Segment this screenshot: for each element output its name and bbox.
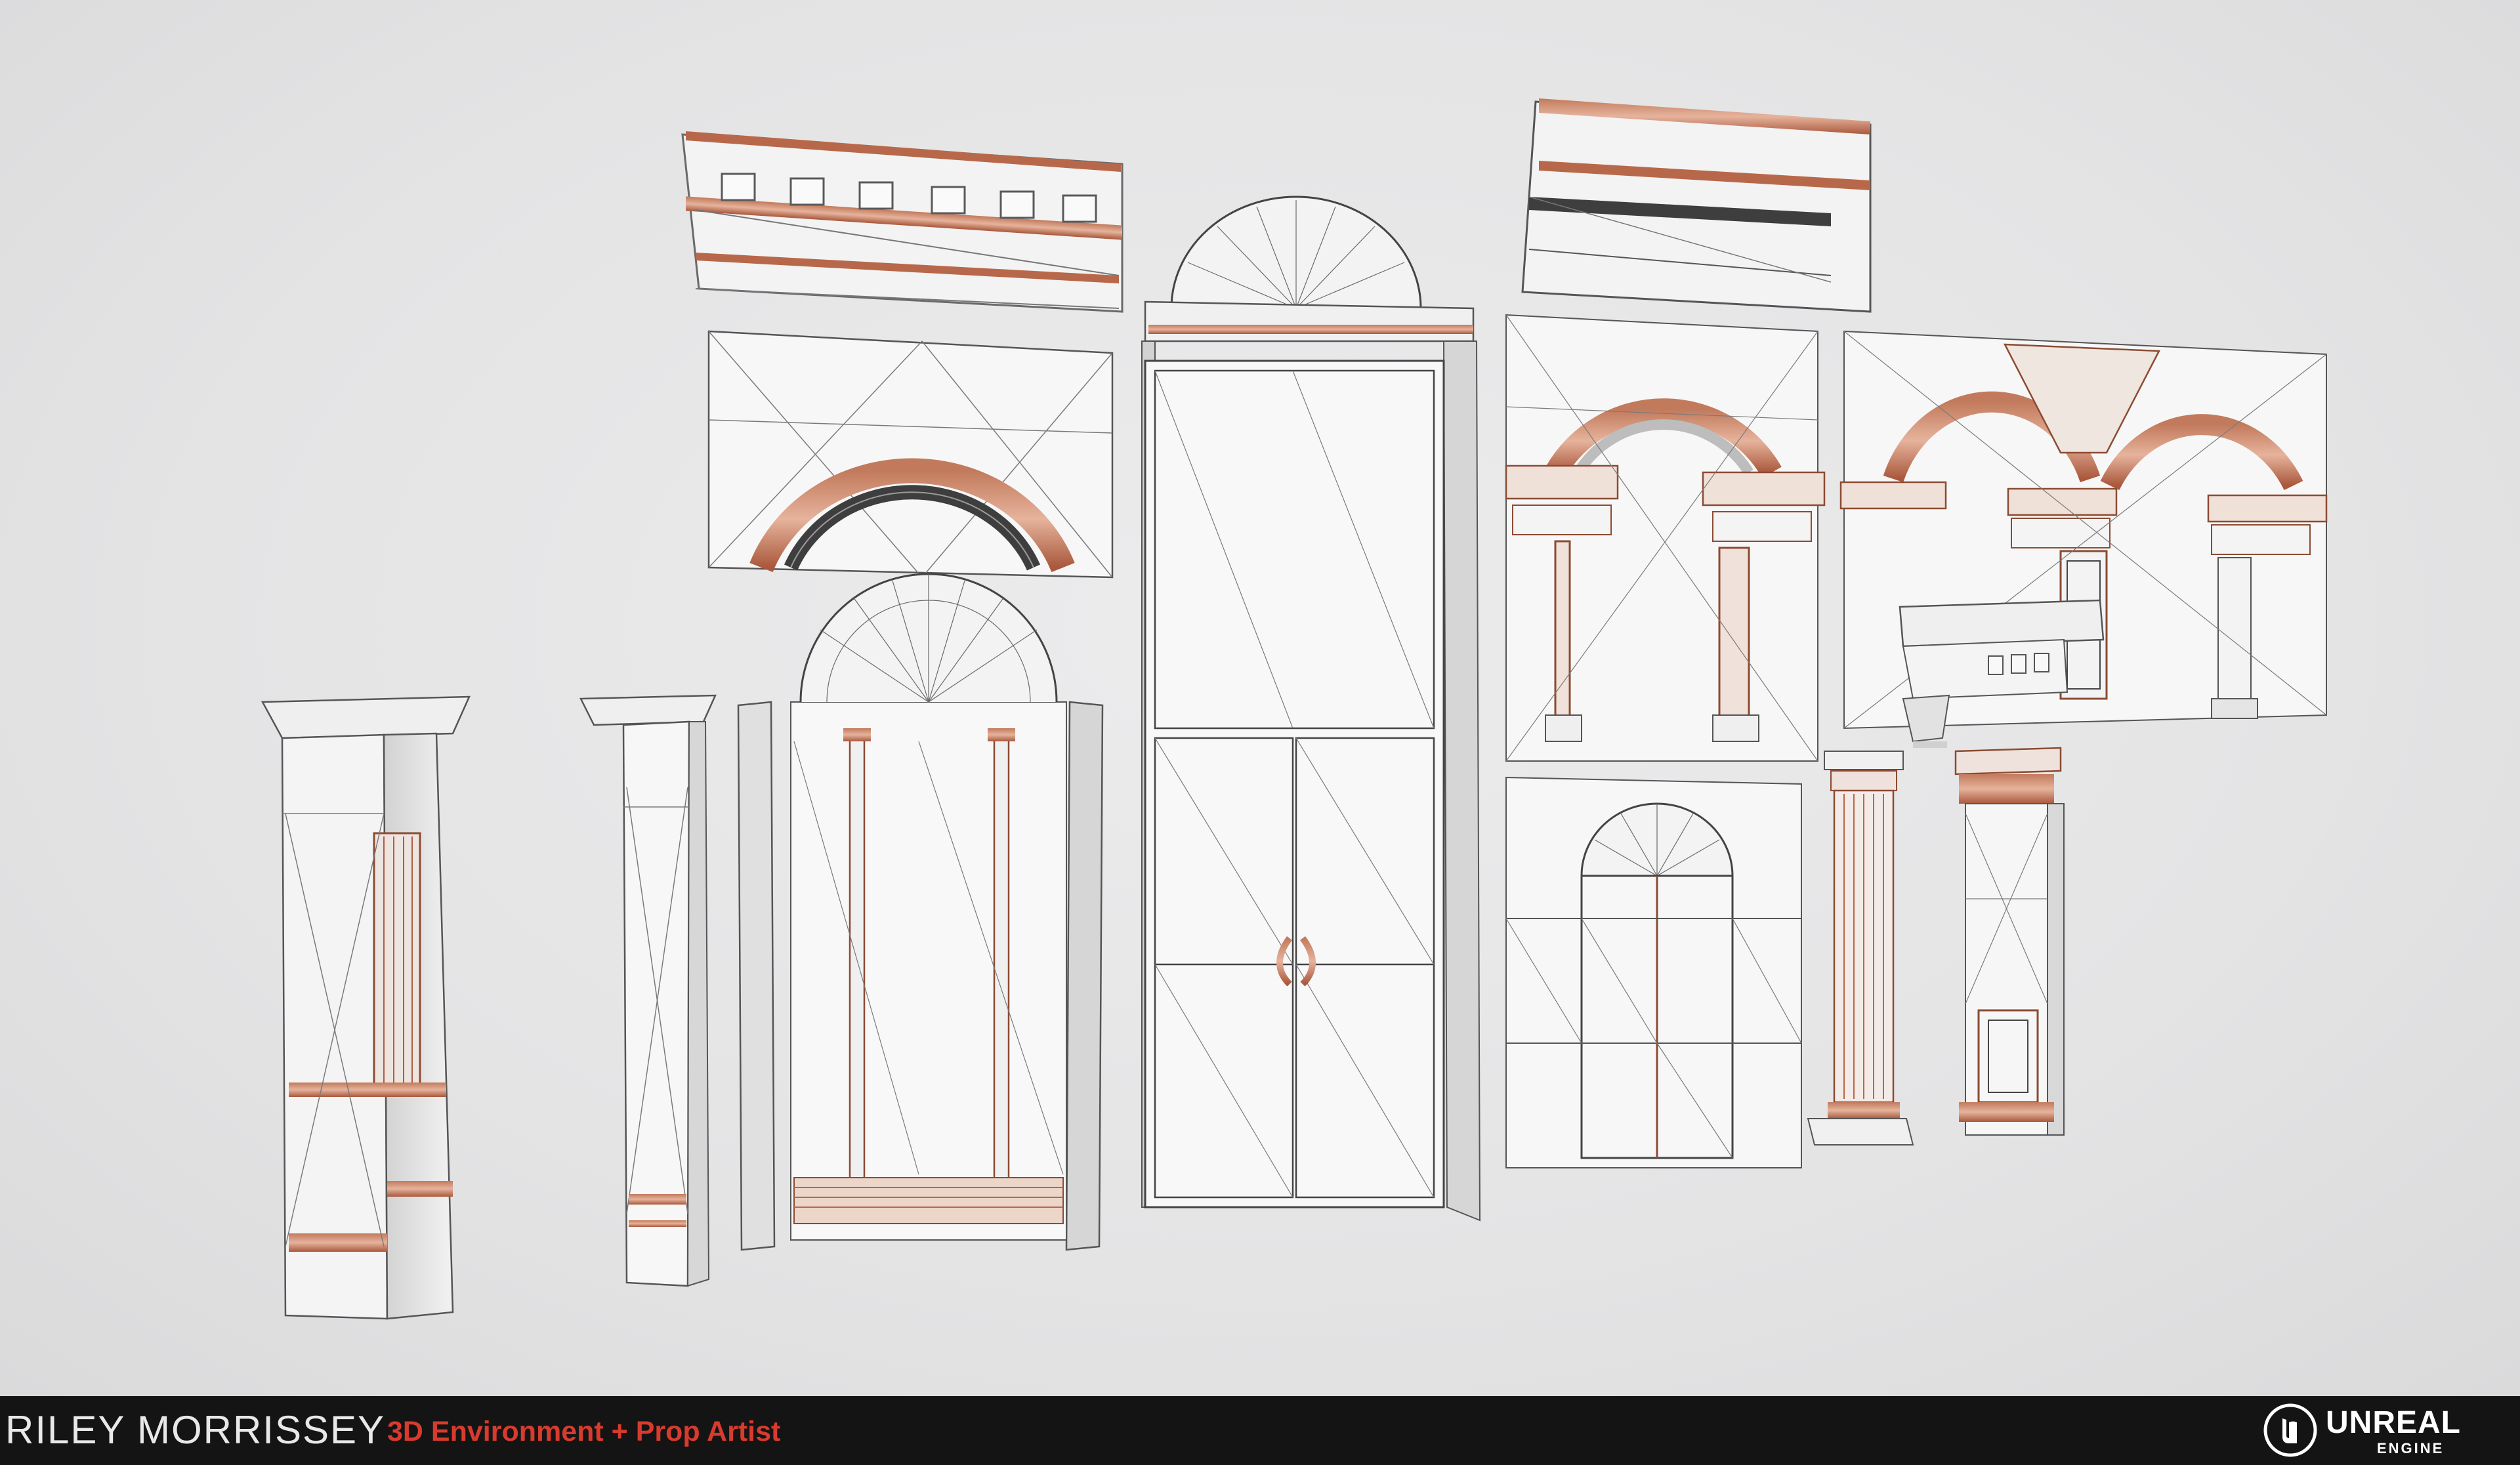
double-door-piece (1141, 196, 1481, 1222)
arch-panel-piece (707, 330, 1114, 579)
cornice-plain-piece (1521, 98, 1872, 313)
arched-doorway-piece (737, 573, 1104, 1251)
artist-name: RILEY MORRISSEY (5, 1408, 386, 1452)
column-arch-piece (1505, 314, 1826, 762)
fluted-column-piece (1807, 751, 1914, 1145)
artist-role: 3D Environment + Prop Artist (387, 1416, 781, 1447)
window-panel-piece (1505, 776, 1802, 1168)
engine-logo: UNREAL ENGINE (2263, 1403, 2473, 1459)
cornice-dentil-piece (681, 131, 1124, 313)
engine-logo-sub: ENGINE (2377, 1440, 2445, 1456)
narrow-pilaster-piece (579, 694, 717, 1287)
unreal-engine-logo-icon (2263, 1403, 2317, 1457)
engine-logo-word: UNREAL (2326, 1405, 2461, 1440)
footer-bar: RILEY MORRISSEY 3D Environment + Prop Ar… (0, 1396, 2520, 1465)
pilaster-column-piece (261, 695, 471, 1320)
viewport-render (0, 0, 2520, 1396)
